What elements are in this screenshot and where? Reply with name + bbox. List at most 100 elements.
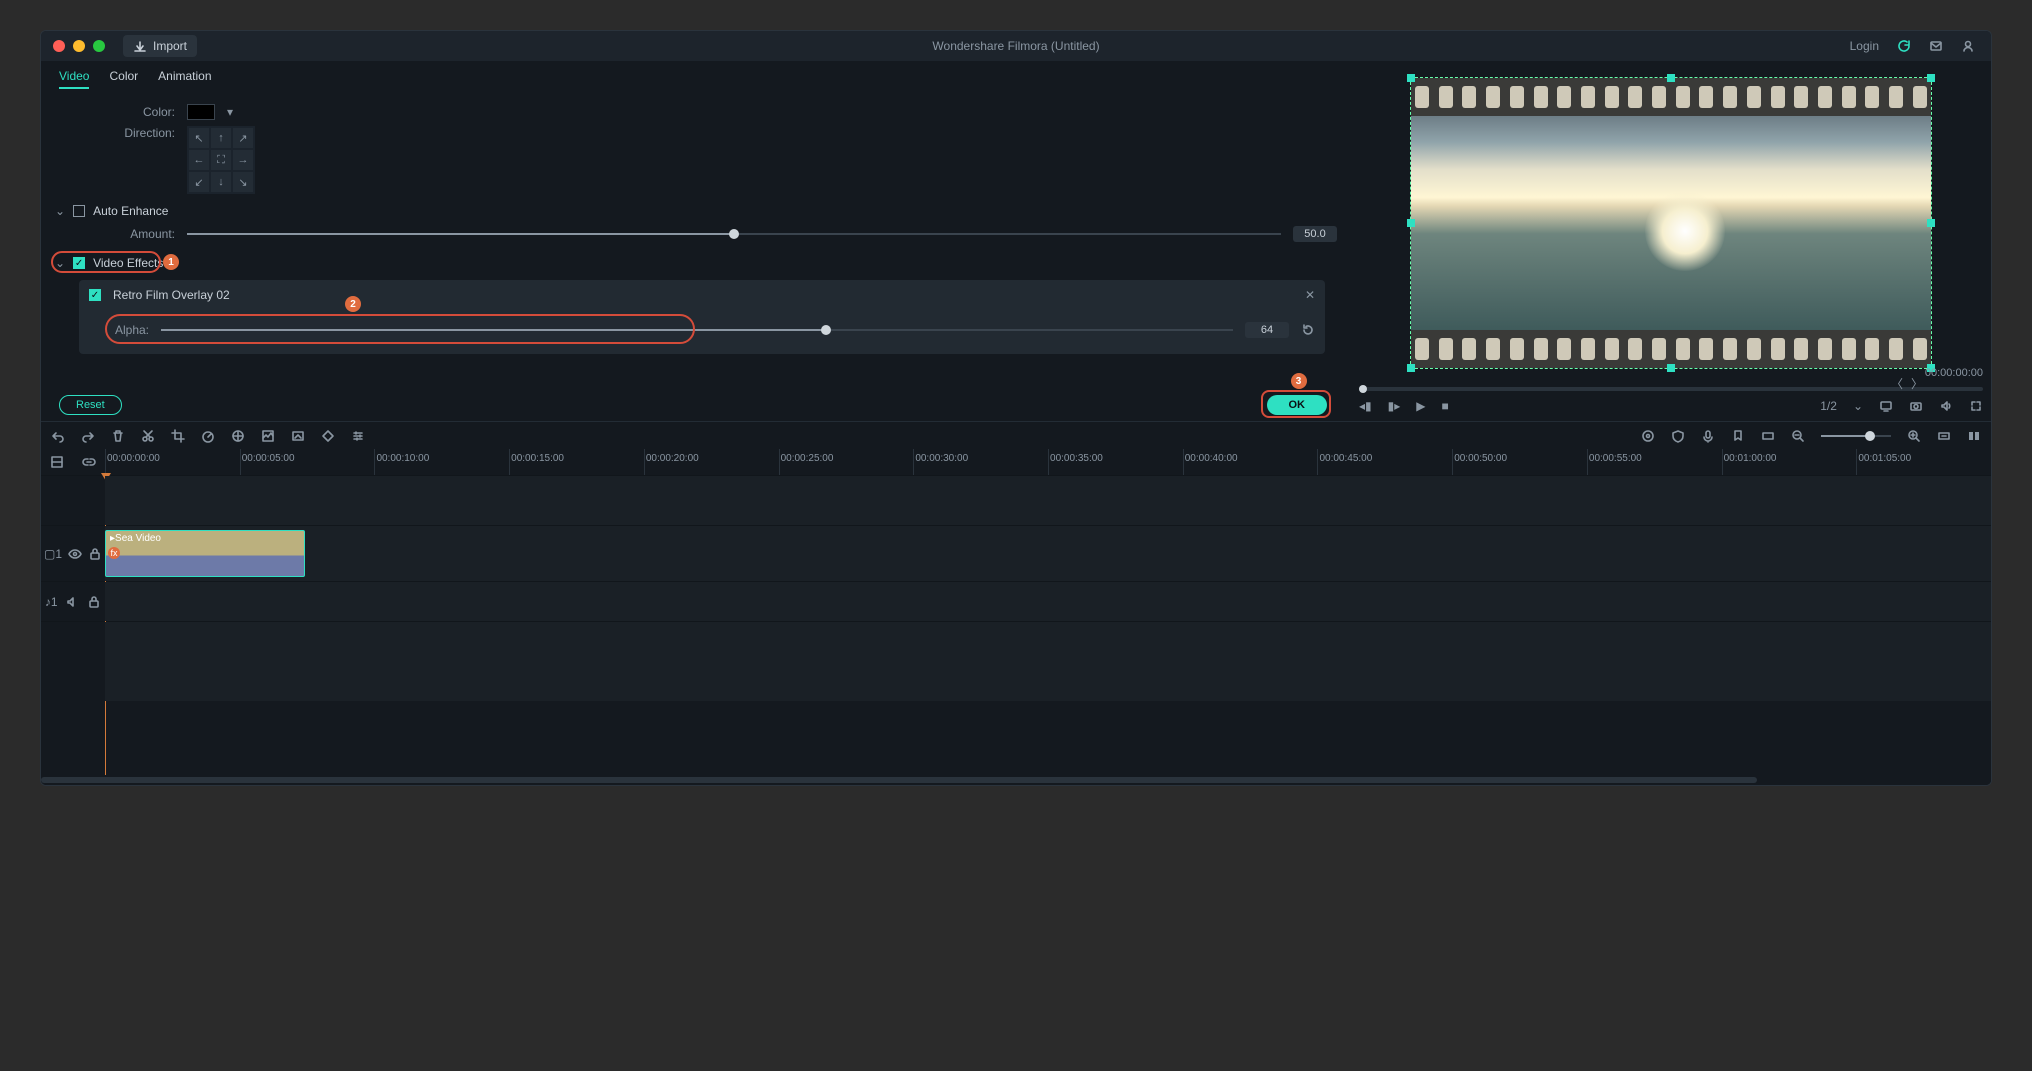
amount-slider[interactable] <box>187 224 1281 244</box>
display-icon[interactable] <box>1879 399 1893 413</box>
effect-enable-checkbox[interactable] <box>89 289 101 301</box>
dir-sw-icon[interactable]: ↙ <box>189 172 209 192</box>
alpha-slider[interactable] <box>161 320 1233 340</box>
tab-color[interactable]: Color <box>109 69 138 89</box>
preview-prev-marker[interactable]: 〈 <box>1891 375 1903 392</box>
clip-fx-badge[interactable]: fx <box>108 547 120 559</box>
aspect-icon[interactable] <box>1761 429 1775 443</box>
cut-icon[interactable] <box>141 429 155 443</box>
keyframe-icon[interactable] <box>321 429 335 443</box>
auto-enhance-header[interactable]: ⌄ Auto Enhance <box>55 204 1337 218</box>
reset-button[interactable]: Reset <box>59 395 122 415</box>
empty-lane[interactable] <box>105 476 1991 525</box>
dir-nw-icon[interactable]: ↖ <box>189 128 209 148</box>
zoom-out-icon[interactable] <box>1791 429 1805 443</box>
handle-bm[interactable] <box>1667 364 1675 372</box>
video-effects-checkbox[interactable] <box>73 257 85 269</box>
handle-tl[interactable] <box>1407 74 1415 82</box>
eye-icon[interactable] <box>68 547 82 561</box>
app-title: Wondershare Filmora (Untitled) <box>932 39 1099 53</box>
ratio-chevron-icon[interactable]: ⌄ <box>1853 399 1863 413</box>
annotation-1: 1 <box>163 254 179 270</box>
dir-ne-icon[interactable]: ↗ <box>233 128 253 148</box>
preview-canvas[interactable] <box>1411 78 1931 368</box>
voiceover-icon[interactable] <box>1701 429 1715 443</box>
lock-icon[interactable] <box>87 595 101 609</box>
direction-grid[interactable]: ↖↑↗ ←⛶→ ↙↓↘ <box>187 126 255 194</box>
ok-button[interactable]: OK <box>1267 395 1328 415</box>
preview-next-marker[interactable]: 〉 <box>1911 375 1923 392</box>
color-swatch[interactable] <box>187 104 215 120</box>
audio-track-row: ♪1 <box>41 581 1991 621</box>
minimize-window-button[interactable] <box>73 40 85 52</box>
snapshot-icon[interactable] <box>1909 399 1923 413</box>
mixer-icon[interactable] <box>1641 429 1655 443</box>
dir-n-icon[interactable]: ↑ <box>211 128 231 148</box>
empty-lane-2[interactable] <box>105 622 1991 701</box>
speed-icon[interactable] <box>201 429 215 443</box>
effect-remove-button[interactable]: ✕ <box>1305 288 1315 302</box>
video-lane[interactable]: ▸ Sea Video fx <box>105 526 1991 581</box>
detach-audio-icon[interactable] <box>291 429 305 443</box>
handle-tm[interactable] <box>1667 74 1675 82</box>
stop-button[interactable]: ■ <box>1442 399 1449 413</box>
amount-value[interactable]: 50.0 <box>1293 226 1337 242</box>
account-icon[interactable] <box>1961 39 1975 53</box>
timeline-view-icon[interactable] <box>1967 429 1981 443</box>
play-button[interactable]: ▶ <box>1416 399 1425 413</box>
undo-icon[interactable] <box>51 429 65 443</box>
preview-controls: ◂▮ ▮▸ ▶ ■ 1/2 ⌄ <box>1359 395 1983 421</box>
zoom-fit-icon[interactable] <box>1937 429 1951 443</box>
timeline-h-scrollbar[interactable] <box>41 775 1991 785</box>
handle-tr[interactable] <box>1927 74 1935 82</box>
alpha-reset-icon[interactable] <box>1301 323 1315 337</box>
marker-icon[interactable] <box>1731 429 1745 443</box>
redo-icon[interactable] <box>81 429 95 443</box>
video-effects-header[interactable]: ⌄ Video Effects 1 <box>55 254 1337 272</box>
zoom-in-icon[interactable] <box>1907 429 1921 443</box>
fullscreen-icon[interactable] <box>1969 399 1983 413</box>
import-button[interactable]: Import <box>123 35 197 57</box>
handle-mr[interactable] <box>1927 219 1935 227</box>
timeline-spacer-row <box>41 475 1991 525</box>
delete-icon[interactable] <box>111 429 125 443</box>
tab-video[interactable]: Video <box>59 69 89 89</box>
maximize-window-button[interactable] <box>93 40 105 52</box>
refresh-icon[interactable] <box>1897 39 1911 53</box>
track-manage-icon[interactable] <box>50 455 64 469</box>
video-clip[interactable]: ▸ Sea Video fx <box>105 530 305 577</box>
dir-center-icon[interactable]: ⛶ <box>211 150 231 170</box>
tab-animation[interactable]: Animation <box>158 69 211 89</box>
handle-bl[interactable] <box>1407 364 1415 372</box>
time-ruler[interactable]: 00:00:00:0000:00:05:0000:00:10:0000:00:1… <box>105 449 1991 475</box>
lock-icon[interactable] <box>88 547 102 561</box>
dir-se-icon[interactable]: ↘ <box>233 172 253 192</box>
link-icon[interactable] <box>82 455 96 469</box>
next-frame-button[interactable]: ▮▸ <box>1388 399 1401 413</box>
ruler-tick: 00:00:30:00 <box>913 449 1048 475</box>
dir-w-icon[interactable]: ← <box>189 150 209 170</box>
dir-s-icon[interactable]: ↓ <box>211 172 231 192</box>
color-chevron-icon[interactable]: ▾ <box>227 105 233 119</box>
shield-icon[interactable] <box>1671 429 1685 443</box>
crop-icon[interactable] <box>171 429 185 443</box>
ruler-tick-label: 00:00:20:00 <box>646 453 699 464</box>
preview-panel: 〈 〉 00:00:00:00 ◂▮ ▮▸ ▶ ■ 1/2 ⌄ <box>1351 61 1991 421</box>
login-button[interactable]: Login <box>1850 39 1879 53</box>
dir-e-icon[interactable]: → <box>233 150 253 170</box>
auto-enhance-checkbox[interactable] <box>73 205 85 217</box>
alpha-value[interactable]: 64 <box>1245 322 1289 338</box>
preview-progress[interactable] <box>1359 387 1983 391</box>
volume-icon[interactable] <box>1939 399 1953 413</box>
zoom-slider[interactable] <box>1821 426 1891 446</box>
prev-frame-button[interactable]: ◂▮ <box>1359 399 1372 413</box>
handle-ml[interactable] <box>1407 219 1415 227</box>
audio-lane[interactable] <box>105 582 1991 621</box>
color-icon[interactable] <box>231 429 245 443</box>
mute-icon[interactable] <box>65 595 79 609</box>
message-icon[interactable] <box>1929 39 1943 53</box>
green-screen-icon[interactable] <box>261 429 275 443</box>
close-window-button[interactable] <box>53 40 65 52</box>
preview-ratio[interactable]: 1/2 <box>1820 399 1837 413</box>
adjust-icon[interactable] <box>351 429 365 443</box>
